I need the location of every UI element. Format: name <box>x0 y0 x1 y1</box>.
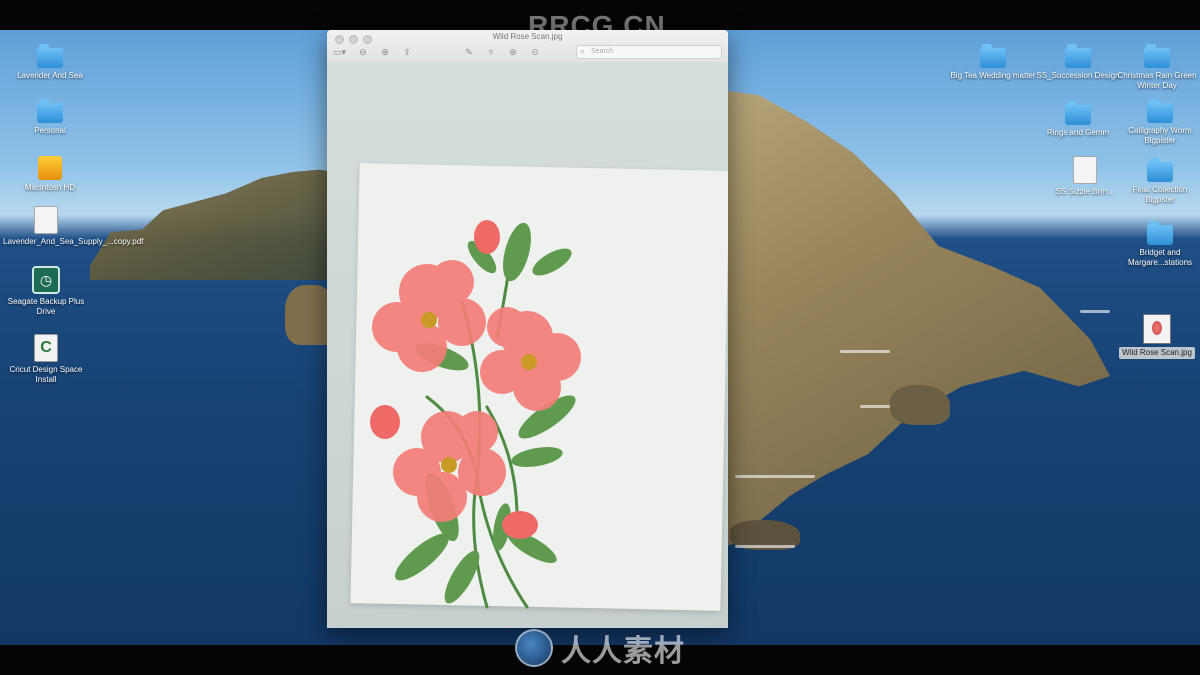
wallpaper-hill-left <box>90 169 350 280</box>
wallpaper-rock <box>890 385 950 425</box>
rotate-icon[interactable]: ⊚ <box>508 47 518 58</box>
desktop-icon-label: Final Collection Bigpster <box>1132 185 1188 204</box>
desktop-icon-cricut-installer[interactable]: C Cricut Design Space Install <box>1 334 91 385</box>
desktop-icon-label: Christmas Rain Green Winter Day <box>1117 71 1197 90</box>
folder-icon <box>1065 44 1091 68</box>
desktop-icon-rings-and-gemm[interactable]: Rings and Gemm <box>1033 101 1123 138</box>
desktop-icon-wild-rose-scan[interactable]: Wild Rose Scan.jpg <box>1112 314 1200 359</box>
folder-icon <box>1147 99 1173 123</box>
desktop-icon-label: Personal <box>34 126 66 135</box>
document-icon <box>1073 156 1097 184</box>
desktop-icon-seagate-backup[interactable]: ◷ Seagate Backup Plus Drive <box>1 266 91 317</box>
desktop-icon-label: Bridget and Margare...stations <box>1127 248 1193 267</box>
desktop-icon-calligraphy[interactable]: Calligraphy Worm Bigpister <box>1115 99 1200 146</box>
wallpaper-foam <box>840 350 890 353</box>
view-menu-button[interactable]: ▭▾ <box>333 47 346 58</box>
folder-icon <box>37 44 63 68</box>
desktop-icon-personal[interactable]: Personal <box>5 99 95 136</box>
wallpaper-foam <box>860 405 890 408</box>
desktop-icon-label: Calligraphy Worm Bigpister <box>1128 126 1192 145</box>
desktop-icon-bridget[interactable]: Bridget and Margare...stations <box>1115 221 1200 268</box>
document-icon <box>34 206 58 234</box>
desktop-icon-pdf[interactable]: Lavender_And_Sea_Supply_...copy.pdf <box>1 206 144 247</box>
desktop-icon-label: Lavender_And_Sea_Supply_...copy.pdf <box>3 237 144 246</box>
desktop-icon-label: Cricut Design Space Install <box>9 365 83 384</box>
desktop-icon-label: Macintosh HD <box>24 183 76 192</box>
image-viewer <box>327 62 728 628</box>
watermark-bottom-text: 人人素材 <box>561 635 685 668</box>
markup-icon[interactable]: ✎ <box>464 47 474 58</box>
window-titlebar[interactable]: Wild Rose Scan.jpg ▭▾ ⊖ ⊕ ⇪ ✎ ▿ ⊚ ⊙ Sear… <box>327 30 728 63</box>
preview-toolbar: ▭▾ ⊖ ⊕ ⇪ ✎ ▿ ⊚ ⊙ Search <box>333 45 722 59</box>
desktop-icon-christmas[interactable]: Christmas Rain Green Winter Day <box>1112 44 1200 91</box>
desktop-icon-final-collection[interactable]: Final Collection Bigpster <box>1115 158 1200 205</box>
watermark-logo-icon <box>515 629 553 667</box>
desktop-icon-label: Big Tea Wedding matter <box>950 71 1036 80</box>
preview-window[interactable]: Wild Rose Scan.jpg ▭▾ ⊖ ⊕ ⇪ ✎ ▿ ⊚ ⊙ Sear… <box>327 30 728 628</box>
desktop-icon-label: SS Sizzle Brrrr... <box>1055 187 1115 196</box>
folder-icon <box>1065 101 1091 125</box>
desktop-icon-label: Wild Rose Scan.jpg <box>1119 347 1195 359</box>
zoom-in-icon[interactable]: ⊕ <box>380 47 390 58</box>
cricut-app-icon: C <box>34 334 58 362</box>
desktop-icon-macintosh-hd[interactable]: Macintosh HD <box>5 156 95 193</box>
hard-drive-icon <box>38 156 62 180</box>
desktop-icon-label: Seagate Backup Plus Drive <box>7 297 85 316</box>
desktop-icon-label: SS_Succession Design <box>1036 71 1120 80</box>
desktop-icon-label: Lavender And Sea <box>17 71 83 80</box>
folder-icon <box>1147 221 1173 245</box>
zoom-out-icon[interactable]: ⊖ <box>358 47 368 58</box>
wallpaper-foam <box>735 475 815 478</box>
wild-rose-illustration <box>370 220 581 609</box>
search-input[interactable]: Search <box>576 45 722 59</box>
markup-menu-icon[interactable]: ▿ <box>486 47 496 58</box>
folder-icon <box>980 44 1006 68</box>
backup-drive-icon: ◷ <box>32 266 60 294</box>
desktop-icon-label: Rings and Gemm <box>1046 128 1110 137</box>
window-title: Wild Rose Scan.jpg <box>492 32 563 41</box>
annotate-icon[interactable]: ⊙ <box>530 47 540 58</box>
wallpaper-foam <box>735 545 795 548</box>
desktop-icon-lavender-and-sea[interactable]: Lavender And Sea <box>5 44 95 81</box>
watermark-bottom: 人人素材 <box>515 626 685 670</box>
folder-icon <box>1144 44 1170 68</box>
desktop-icon-big-tea-wedding[interactable]: Big Tea Wedding matter <box>948 44 1038 81</box>
share-icon[interactable]: ⇪ <box>402 47 412 58</box>
folder-icon <box>1147 158 1173 182</box>
folder-icon <box>37 99 63 123</box>
wallpaper-foam <box>1080 310 1110 313</box>
image-thumbnail-icon <box>1143 314 1171 344</box>
desktop-icon-ss-succession[interactable]: SS_Succession Design <box>1033 44 1123 81</box>
